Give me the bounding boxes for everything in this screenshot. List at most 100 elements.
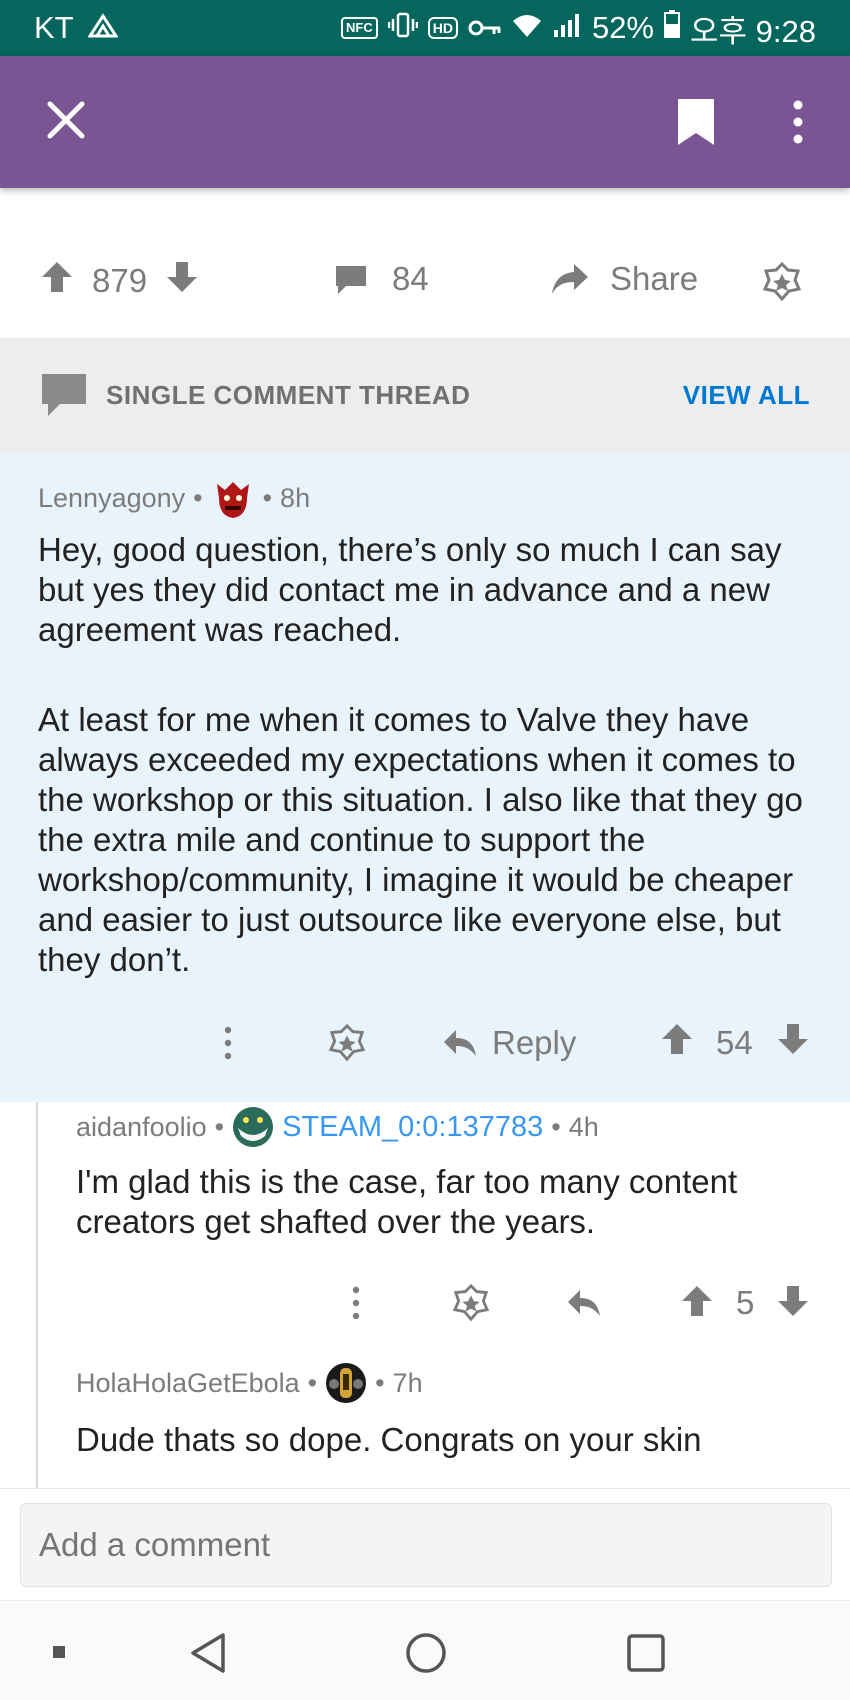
downvote-icon	[778, 1024, 808, 1054]
comment-actions: Reply 54	[0, 1018, 850, 1074]
comment-actions: 5	[0, 1280, 850, 1330]
battery-icon	[664, 10, 680, 46]
avatar	[325, 1362, 367, 1404]
comments-count: 84	[392, 260, 429, 297]
upvote-button[interactable]	[680, 1284, 714, 1326]
award-button[interactable]	[328, 1023, 366, 1070]
user-flair: STEAM_0:0:137783	[282, 1110, 544, 1143]
more-vertical-icon	[793, 100, 803, 144]
comment-author[interactable]: HolaHolaGetEbola	[76, 1368, 300, 1399]
recents-square-icon	[627, 1634, 665, 1672]
add-comment-input[interactable]	[20, 1503, 832, 1587]
hd-voice-icon: HD	[427, 17, 458, 39]
wifi-icon	[512, 10, 542, 46]
downvote-button[interactable]	[776, 1284, 810, 1326]
comment-meta: Lennyagony • • 8h	[38, 476, 310, 520]
comment-paragraph: Dude thats so dope. Congrats on your ski…	[76, 1421, 702, 1458]
home-button[interactable]	[404, 1631, 448, 1675]
more-vertical-icon	[224, 1026, 232, 1060]
signal-icon	[552, 10, 582, 46]
back-triangle-icon	[191, 1633, 225, 1673]
reply-icon	[444, 1030, 476, 1056]
comment-age: 8h	[280, 482, 311, 513]
upvote-icon	[682, 1286, 712, 1316]
vibrate-icon	[387, 10, 418, 46]
reply-label: Reply	[492, 1024, 577, 1061]
system-nav-bar	[0, 1600, 850, 1700]
comment-score: 54	[716, 1024, 753, 1061]
carrier-label: KT	[34, 10, 74, 45]
post-score: 879	[92, 262, 148, 299]
downvote-button[interactable]	[165, 260, 199, 302]
reply-button[interactable]: Reply	[442, 1024, 576, 1062]
app-bar	[0, 56, 850, 188]
more-options-button[interactable]	[224, 1026, 232, 1068]
share-label: Share	[610, 260, 699, 297]
downvote-button[interactable]	[776, 1022, 810, 1064]
battery-percent: 52%	[591, 10, 654, 45]
back-button[interactable]	[188, 1631, 228, 1675]
key-icon	[468, 10, 502, 46]
comment-author[interactable]: aidanfoolio	[76, 1112, 207, 1143]
upvote-button[interactable]	[660, 1022, 694, 1064]
downvote-icon	[167, 262, 198, 292]
status-bar: KT NFC HD 52% 오후 9:28	[0, 0, 850, 56]
upvote-button[interactable]	[40, 260, 74, 302]
comment-icon	[336, 266, 366, 294]
add-comment-bar	[0, 1488, 850, 1600]
reply-comment: HolaHolaGetEbola • • 7h Dude thats so do…	[76, 1362, 836, 1486]
reply-comment: aidanfoolio • STEAM_0:0:137783 • 4h I'm …	[76, 1104, 836, 1334]
mountain-icon	[86, 10, 119, 46]
comment-author[interactable]: Lennyagony	[38, 483, 185, 514]
upvote-icon	[662, 1024, 692, 1054]
more-vertical-icon	[352, 1286, 360, 1320]
separator-dot: •	[214, 1111, 225, 1142]
more-options-button[interactable]	[352, 1286, 360, 1328]
comments-count-button[interactable]: 84	[334, 260, 429, 298]
comment-score: 5	[736, 1284, 755, 1321]
home-circle-icon	[406, 1633, 446, 1673]
comment-age: 4h	[568, 1111, 599, 1142]
more-options-button[interactable]	[778, 94, 818, 150]
award-icon	[328, 1023, 366, 1062]
thread-banner-label: SINGLE COMMENT THREAD	[106, 379, 471, 410]
share-button[interactable]: Share	[550, 260, 698, 298]
single-thread-banner: SINGLE COMMENT THREAD VIEW ALL	[0, 338, 850, 452]
upvote-icon	[42, 262, 72, 292]
avatar	[232, 1106, 274, 1148]
view-all-link[interactable]: VIEW ALL	[683, 380, 810, 411]
close-button[interactable]	[42, 96, 90, 144]
award-button[interactable]	[762, 261, 802, 310]
comment-paragraph: At least for me when it comes to Valve t…	[38, 701, 803, 978]
comment-paragraph: Hey, good question, there’s only so much…	[38, 531, 782, 648]
clock: 오후 9:28	[690, 13, 816, 49]
comment-meta: HolaHolaGetEbola • • 7h	[76, 1362, 423, 1404]
highlighted-comment: Lennyagony • • 8h Hey, good question, th…	[0, 452, 850, 1102]
reply-icon	[568, 1290, 600, 1316]
recents-button[interactable]	[624, 1631, 668, 1675]
avatar	[211, 476, 255, 520]
comment-meta: aidanfoolio • STEAM_0:0:137783 • 4h	[76, 1106, 599, 1148]
award-button[interactable]	[452, 1283, 490, 1330]
square-dot-icon	[53, 1646, 65, 1658]
comment-thread-icon	[42, 374, 86, 416]
separator-dot: •	[193, 482, 203, 513]
share-icon	[552, 264, 588, 294]
comment-age: 7h	[392, 1367, 423, 1398]
award-icon	[762, 261, 802, 302]
bookmark-button[interactable]	[670, 94, 722, 150]
comment-paragraph: I'm glad this is the case, far too many …	[76, 1163, 738, 1240]
post-vote-group: 879	[40, 260, 199, 302]
recent-dot-button[interactable]	[52, 1645, 66, 1659]
post-action-bar: 879 84 Share	[0, 230, 850, 336]
downvote-icon	[778, 1286, 808, 1316]
bookmark-icon	[678, 99, 714, 145]
reply-button[interactable]	[566, 1286, 602, 1328]
nfc-icon: NFC	[341, 17, 378, 39]
award-icon	[452, 1283, 490, 1322]
separator-dot: •	[375, 1367, 385, 1398]
separator-dot: •	[262, 482, 273, 513]
separator-dot: •	[307, 1367, 318, 1398]
separator-dot: •	[551, 1111, 561, 1142]
close-icon	[47, 101, 85, 139]
